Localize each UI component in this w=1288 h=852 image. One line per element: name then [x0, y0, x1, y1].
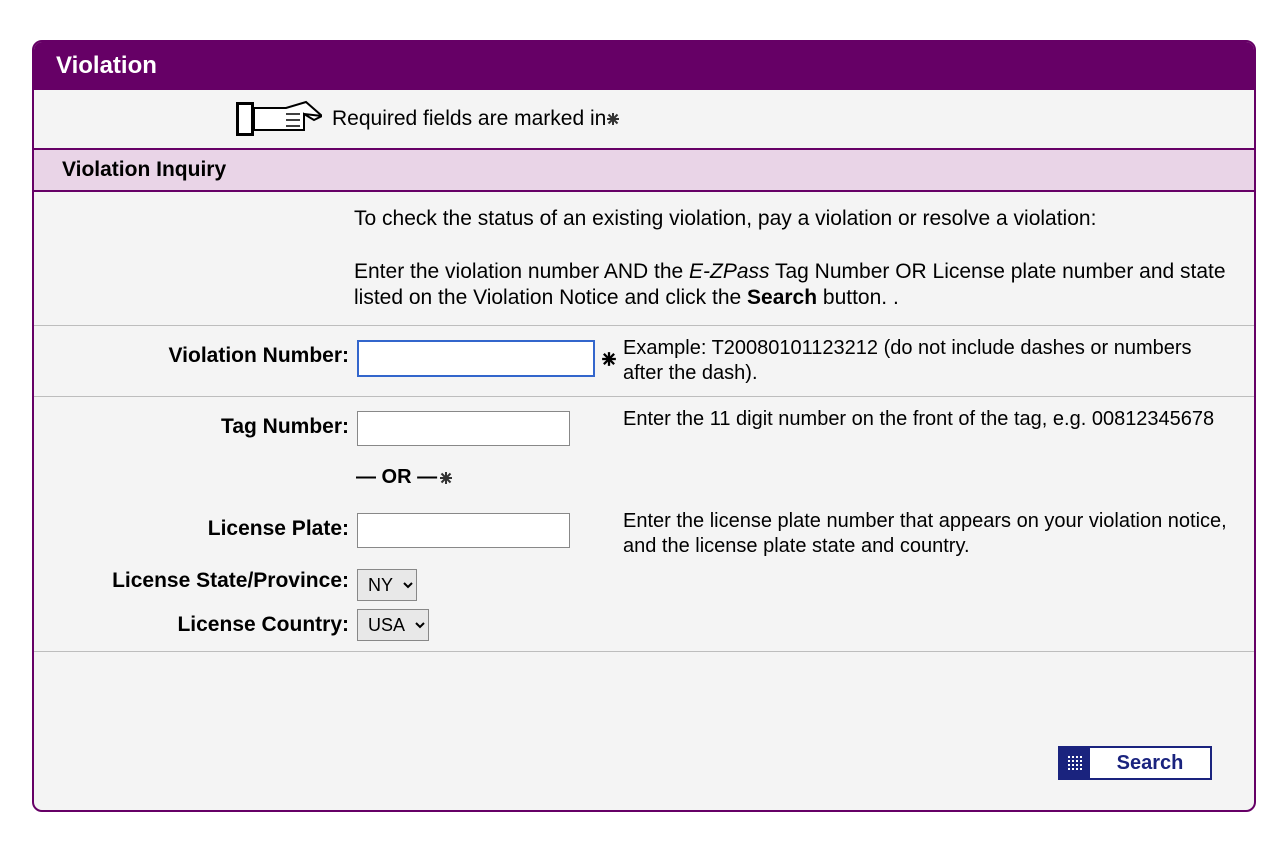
or-separator: — OR —: [34, 456, 1254, 499]
required-asterisk-icon: [606, 112, 620, 126]
search-button-label: Search: [1090, 748, 1210, 778]
violation-number-row: Violation Number: Example: T200801011232…: [34, 326, 1254, 397]
required-asterisk-icon: [439, 471, 453, 485]
search-button[interactable]: Search: [1058, 746, 1212, 780]
violation-number-hint: Example: T20080101123212 (do not include…: [617, 336, 1234, 386]
pointing-hand-icon: [236, 96, 322, 142]
tag-number-hint: Enter the 11 digit number on the front o…: [617, 407, 1234, 432]
license-state-label: License State/Province:: [34, 569, 357, 593]
license-plate-label: License Plate:: [34, 509, 357, 541]
violation-number-label: Violation Number:: [34, 336, 357, 368]
intro-text: To check the status of an existing viola…: [34, 192, 1254, 326]
required-fields-text: Required fields are marked in: [332, 107, 606, 131]
license-state-select[interactable]: NY: [357, 569, 417, 601]
required-asterisk-icon: [601, 351, 617, 367]
panel-title: Violation: [34, 42, 1254, 90]
grid-icon: [1060, 748, 1090, 778]
license-plate-row: License Plate: Enter the license plate n…: [34, 499, 1254, 569]
license-plate-input[interactable]: [357, 513, 570, 548]
required-fields-bar: Required fields are marked in: [34, 90, 1254, 150]
tag-number-label: Tag Number:: [34, 407, 357, 439]
license-country-row: License Country: USA: [34, 605, 1254, 651]
license-country-select[interactable]: USA: [357, 609, 429, 641]
intro-line1: To check the status of an existing viola…: [354, 206, 1234, 232]
license-state-row: License State/Province: NY: [34, 569, 1254, 605]
section-title: Violation Inquiry: [34, 150, 1254, 192]
intro-line2: Enter the violation number AND the E-ZPa…: [354, 259, 1234, 312]
license-country-label: License Country:: [34, 609, 357, 637]
violation-panel: Violation Required fields are marked in …: [32, 40, 1256, 812]
action-row: Search: [34, 651, 1254, 810]
violation-number-input[interactable]: [357, 340, 595, 377]
tag-number-input[interactable]: [357, 411, 570, 446]
license-plate-hint: Enter the license plate number that appe…: [617, 509, 1234, 559]
tag-number-row: Tag Number: Enter the 11 digit number on…: [34, 397, 1254, 456]
